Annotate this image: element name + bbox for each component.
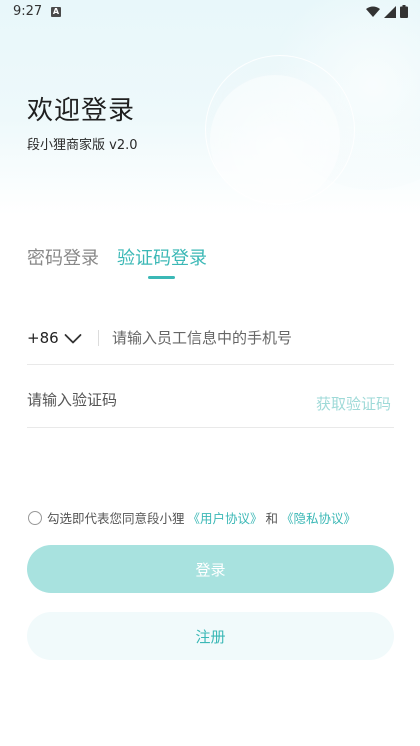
agreement-text: 勾选即代表您同意段小狸 <box>47 511 185 526</box>
privacy-policy-link[interactable]: 《隐私协议》 <box>281 508 356 527</box>
verification-code-input[interactable] <box>27 385 287 415</box>
decorative-circle <box>210 75 340 205</box>
agreement-checkbox[interactable] <box>28 510 42 525</box>
status-icons <box>366 5 408 18</box>
tab-code-login[interactable]: 验证码登录 <box>117 244 207 270</box>
user-agreement-link[interactable]: 《用户协议》 <box>188 508 263 527</box>
divider <box>27 364 394 365</box>
register-button[interactable]: 注册 <box>27 612 394 660</box>
battery-icon <box>400 5 408 18</box>
get-code-button[interactable]: 获取验证码 <box>316 393 391 414</box>
agreement-row: 勾选即代表您同意段小狸 《用户协议》 和 《隐私协议》 <box>28 508 358 527</box>
phone-input[interactable] <box>112 323 392 353</box>
page-title: 欢迎登录 <box>27 96 136 126</box>
chevron-down-icon[interactable] <box>64 333 82 345</box>
notification-icon: A <box>51 7 61 17</box>
tab-password-login[interactable]: 密码登录 <box>27 244 99 270</box>
divider <box>27 427 394 428</box>
wifi-icon <box>366 6 380 17</box>
app-subtitle: 段小狸商家版 v2.0 <box>27 138 138 153</box>
divider <box>98 330 99 346</box>
status-time: 9:27 <box>13 4 43 19</box>
active-tab-indicator <box>148 276 175 279</box>
status-bar: 9:27 A <box>0 0 420 24</box>
agreement-conjunction: 和 <box>265 511 279 526</box>
signal-icon <box>384 5 396 18</box>
country-code[interactable]: +86 <box>27 329 59 347</box>
login-button[interactable]: 登录 <box>27 545 394 593</box>
